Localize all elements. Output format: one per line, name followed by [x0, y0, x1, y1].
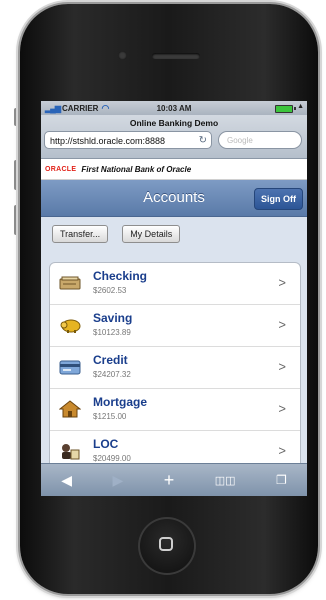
url-text: http://stshld.oracle.com:8888 [50, 136, 166, 146]
credit-card-icon [59, 360, 81, 375]
my-details-button[interactable]: My Details [122, 225, 181, 243]
reload-icon[interactable]: ↻ [199, 132, 207, 148]
search-field[interactable]: Google [218, 131, 302, 149]
chevron-right-icon: > [278, 401, 286, 416]
account-row-credit[interactable]: Credit $24207.32 > [50, 347, 300, 389]
account-row-saving[interactable]: Saving $10123.89 > [50, 305, 300, 347]
url-field[interactable]: http://stshld.oracle.com:8888 ↻ [44, 131, 212, 149]
action-buttons: Transfer... My Details [41, 217, 307, 250]
battery-tip [294, 107, 296, 110]
camera-icon [118, 51, 127, 60]
bank-brand-bar: ORACLE First National Bank of Oracle [41, 159, 307, 180]
chevron-right-icon: > [278, 359, 286, 374]
account-row-mortgage[interactable]: Mortgage $1215.00 > [50, 389, 300, 431]
browser-toolbar: ◀ ▶ + ◫◫ ❐ [41, 463, 307, 496]
screen: ▂▄▆ CARRIER ◠ 10:03 AM ▲ Online Banking … [41, 101, 307, 496]
wifi-icon: ◠ [101, 102, 110, 113]
accounts-header: Accounts Sign Off [41, 180, 307, 217]
page-title: Online Banking Demo [129, 118, 219, 128]
account-name: Mortgage [93, 395, 147, 409]
accounts-list: Checking $2602.53 > Saving $10123.89 > C… [49, 262, 301, 496]
home-button[interactable] [138, 517, 196, 575]
oracle-logo: ORACLE [45, 165, 77, 173]
account-name: Saving [93, 311, 133, 325]
account-name: LOC [93, 437, 119, 451]
sign-off-button[interactable]: Sign Off [254, 188, 303, 210]
account-name: Credit [93, 353, 128, 367]
account-balance: $10123.89 [93, 328, 131, 337]
chevron-right-icon: > [278, 275, 286, 290]
status-bar: ▂▄▆ CARRIER ◠ 10:03 AM ▲ [41, 101, 307, 115]
house-icon [59, 400, 81, 418]
piggy-bank-icon [60, 319, 81, 333]
transfer-button[interactable]: Transfer... [52, 225, 109, 243]
back-icon[interactable]: ◀ [61, 472, 72, 489]
pages-icon[interactable]: ❐ [276, 473, 287, 487]
bookmarks-icon[interactable]: ◫◫ [215, 474, 236, 487]
bank-name: First National Bank of Oracle [81, 164, 192, 174]
account-balance: $24207.32 [93, 370, 131, 379]
checkbook-icon [59, 276, 81, 290]
loc-icon [62, 444, 80, 460]
earpiece-speaker [152, 53, 200, 59]
account-name: Checking [93, 269, 148, 283]
battery-icon [275, 105, 293, 113]
chevron-right-icon: > [278, 317, 286, 332]
account-balance: $1215.00 [93, 412, 127, 421]
add-bookmark-icon[interactable]: + [164, 470, 175, 491]
chevron-right-icon: > [278, 443, 286, 458]
home-square-icon [159, 537, 173, 551]
account-balance: $20499.00 [93, 454, 131, 463]
forward-icon[interactable]: ▶ [112, 472, 123, 489]
arrow-icon: ▲ [297, 103, 304, 110]
carrier-name: CARRIER [61, 103, 99, 113]
account-balance: $2602.53 [93, 286, 127, 295]
signal-icon: ▂▄▆ [45, 103, 61, 113]
account-row-checking[interactable]: Checking $2602.53 > [50, 263, 300, 305]
browser-bar: Online Banking Demo http://stshld.oracle… [41, 115, 307, 159]
